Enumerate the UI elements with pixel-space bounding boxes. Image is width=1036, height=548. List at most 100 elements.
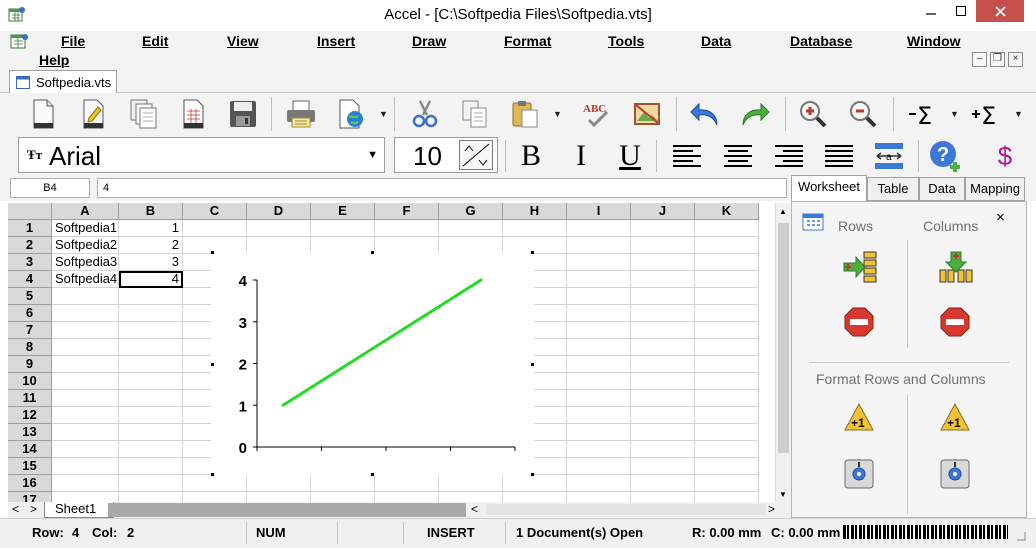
active-cell[interactable]: 4	[119, 271, 183, 288]
grid-cell[interactable]	[311, 475, 375, 492]
grid-cell[interactable]	[52, 305, 119, 322]
grid-cell[interactable]	[52, 475, 119, 492]
grid-cell[interactable]	[695, 271, 759, 288]
grid-cell[interactable]	[52, 390, 119, 407]
grid-cell[interactable]	[695, 424, 759, 441]
grid-cell[interactable]	[52, 356, 119, 373]
tab-mapping[interactable]: Mapping	[965, 177, 1025, 201]
paste-dropdown-icon[interactable]: ▼	[553, 109, 562, 119]
align-center-icon[interactable]	[721, 139, 755, 173]
tab-data[interactable]: Data	[919, 177, 965, 201]
grid-cell[interactable]	[183, 492, 247, 502]
justify-icon[interactable]	[822, 139, 856, 173]
column-header[interactable]: B	[119, 203, 183, 220]
grid-cell[interactable]	[695, 220, 759, 237]
formula-input[interactable]: 4	[97, 178, 787, 198]
grid-cell[interactable]	[567, 339, 631, 356]
spreadsheet-icon[interactable]	[176, 97, 210, 131]
sum-plus-icon[interactable]: Σ	[969, 97, 1003, 131]
increase-row-height-icon[interactable]: +1	[843, 402, 875, 432]
redo-icon[interactable]	[738, 97, 772, 131]
grid-cell[interactable]	[247, 492, 311, 502]
grid-cell[interactable]	[375, 492, 439, 502]
grid-cell[interactable]	[119, 407, 183, 424]
mdi-minimize-button[interactable]: –	[972, 52, 987, 67]
grid-cell[interactable]	[631, 424, 695, 441]
copy-sheet-icon[interactable]	[126, 97, 160, 131]
sum-plus-dropdown-icon[interactable]: ▼	[1014, 109, 1023, 119]
grid-cell[interactable]	[567, 254, 631, 271]
grid-cell[interactable]	[567, 407, 631, 424]
font-name-select[interactable]: Ŧᴛ Arial ▼	[18, 137, 385, 173]
panel-close-icon[interactable]: ×	[996, 209, 1005, 226]
grid-cell[interactable]	[567, 390, 631, 407]
grid-cell[interactable]	[695, 458, 759, 475]
grid-cell[interactable]	[631, 271, 695, 288]
export-dropdown-icon[interactable]: ▼	[379, 109, 388, 119]
row-header[interactable]: 17	[8, 492, 52, 502]
grid-cell[interactable]	[439, 475, 503, 492]
grid-cell[interactable]	[567, 322, 631, 339]
undo-icon[interactable]	[688, 97, 722, 131]
print-icon[interactable]	[284, 97, 318, 131]
help-icon[interactable]: ?	[928, 139, 962, 173]
grid-cell[interactable]	[695, 407, 759, 424]
grid-cell[interactable]	[567, 373, 631, 390]
grid-cell[interactable]	[52, 288, 119, 305]
spell-check-icon[interactable]: ABC	[580, 97, 614, 131]
column-header[interactable]: K	[695, 203, 759, 220]
copy-icon[interactable]	[458, 97, 492, 131]
grid-cell[interactable]	[695, 237, 759, 254]
grid-cell[interactable]	[52, 407, 119, 424]
scroll-down-icon[interactable]: ▼	[779, 490, 787, 499]
grid-cell[interactable]	[183, 475, 247, 492]
grid-cell[interactable]	[695, 305, 759, 322]
row-header[interactable]: 1	[8, 220, 52, 237]
grid-cell[interactable]	[631, 220, 695, 237]
grid-cell[interactable]	[631, 339, 695, 356]
chevron-down-icon[interactable]: ▼	[367, 149, 378, 161]
zoom-in-icon[interactable]	[796, 97, 830, 131]
column-header[interactable]: F	[375, 203, 439, 220]
grid-cell[interactable]	[439, 492, 503, 502]
export-web-icon[interactable]	[334, 97, 368, 131]
row-header[interactable]: 16	[8, 475, 52, 492]
row-header[interactable]: 9	[8, 356, 52, 373]
grid-cell[interactable]	[567, 288, 631, 305]
row-header[interactable]: 3	[8, 254, 52, 271]
insert-column-icon[interactable]	[938, 250, 974, 284]
grid-cell[interactable]	[631, 237, 695, 254]
column-header[interactable]: C	[183, 203, 247, 220]
grid-cell[interactable]	[52, 441, 119, 458]
merge-cells-icon[interactable]: a	[872, 139, 906, 173]
grid-cell[interactable]	[119, 458, 183, 475]
open-document-icon[interactable]	[76, 97, 110, 131]
grid-cell[interactable]	[695, 441, 759, 458]
grid-cell[interactable]	[567, 475, 631, 492]
grid-cell[interactable]	[631, 458, 695, 475]
grid-cell[interactable]	[567, 237, 631, 254]
underline-button[interactable]: U	[613, 139, 647, 173]
grid-cell[interactable]	[119, 339, 183, 356]
grid-cell[interactable]	[375, 475, 439, 492]
row-header[interactable]: 14	[8, 441, 52, 458]
grid-cell[interactable]	[631, 390, 695, 407]
grid-cell[interactable]	[695, 373, 759, 390]
grid-cell[interactable]: 1	[119, 220, 183, 237]
bold-button[interactable]: B	[514, 139, 548, 173]
select-all-corner[interactable]	[8, 203, 52, 220]
grid-cell[interactable]: 3	[119, 254, 183, 271]
grid-cell[interactable]: Softpedia4	[52, 271, 119, 288]
grid-cell[interactable]	[631, 305, 695, 322]
grid-cell[interactable]	[631, 407, 695, 424]
menu-database[interactable]: Database	[790, 33, 852, 49]
menu-edit[interactable]: Edit	[142, 33, 168, 49]
grid-cell[interactable]	[695, 475, 759, 492]
column-header[interactable]: I	[567, 203, 631, 220]
font-size-select[interactable]: 10	[394, 137, 498, 173]
row-header[interactable]: 2	[8, 237, 52, 254]
column-header[interactable]: D	[247, 203, 311, 220]
grid-cell[interactable]: Softpedia3	[52, 254, 119, 271]
grid-cell[interactable]	[631, 441, 695, 458]
grid-cell[interactable]	[631, 356, 695, 373]
